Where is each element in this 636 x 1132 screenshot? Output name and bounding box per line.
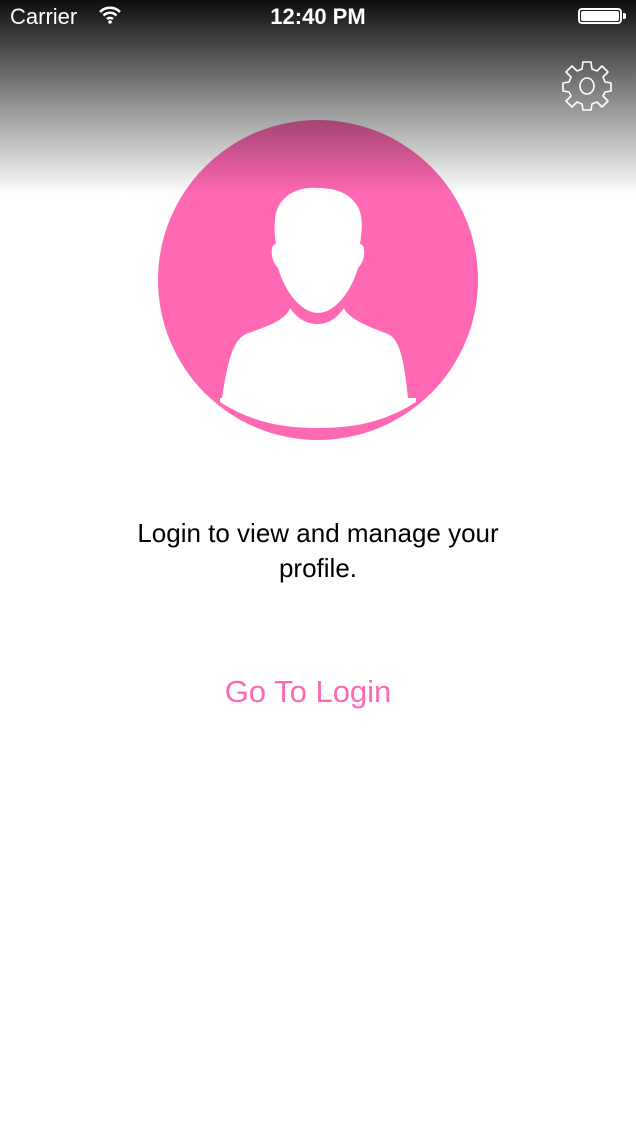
battery-icon <box>578 8 622 24</box>
person-silhouette-icon <box>220 187 416 428</box>
login-prompt-message: Login to view and manage your profile. <box>137 518 499 583</box>
time-label: 12:40 PM <box>270 4 366 29</box>
go-to-login-button[interactable]: Go To Login <box>158 674 458 710</box>
status-bar: Carrier 12:40 PM <box>0 0 636 36</box>
avatar <box>158 120 478 440</box>
battery-tip <box>623 13 626 19</box>
gear-icon[interactable] <box>561 60 613 112</box>
